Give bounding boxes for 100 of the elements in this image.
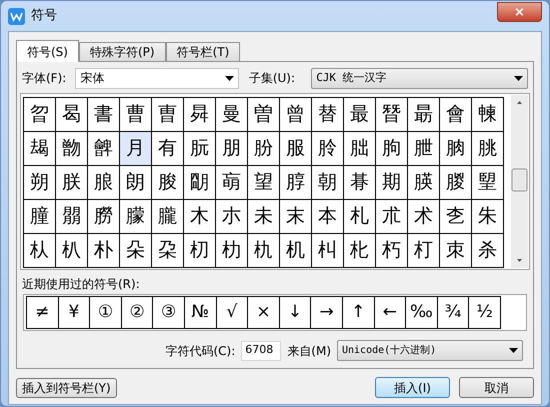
symbol-cell[interactable]: 曶 — [24, 98, 56, 132]
symbol-cell[interactable]: 朇 — [88, 132, 120, 166]
symbol-cell[interactable]: 朐 — [376, 132, 408, 166]
symbol-cell[interactable]: 朮 — [376, 200, 408, 234]
symbol-cell[interactable]: 朶 — [152, 234, 184, 268]
recent-symbol[interactable]: № — [184, 296, 217, 329]
encoding-dropdown[interactable]: Unicode(十六进制) — [337, 340, 523, 361]
symbol-cell[interactable]: 曽 — [248, 98, 280, 132]
recent-symbol[interactable]: ¾ — [438, 296, 470, 329]
scrollbar[interactable] — [511, 95, 528, 268]
symbol-cell[interactable]: 朏 — [344, 132, 376, 166]
symbol-cell[interactable]: 末 — [280, 200, 312, 234]
symbol-cell[interactable]: 朄 — [472, 98, 504, 132]
symbol-cell[interactable]: 朙 — [184, 166, 216, 200]
symbol-cell[interactable]: 朒 — [440, 132, 472, 166]
symbol-cell[interactable]: 曾 — [280, 98, 312, 132]
char-code-field[interactable]: 6708 — [241, 340, 282, 360]
tab[interactable]: 特殊字符(P) — [78, 42, 166, 61]
symbol-cell[interactable]: 朧 — [152, 200, 184, 234]
symbol-cell[interactable]: 朹 — [248, 234, 280, 268]
recent-symbol[interactable]: ① — [90, 296, 122, 329]
symbol-cell[interactable]: 朞 — [344, 166, 376, 200]
symbol-cell[interactable]: 朸 — [216, 234, 248, 268]
symbol-cell[interactable]: 朿 — [440, 234, 472, 268]
symbol-cell[interactable]: 朣 — [24, 200, 56, 234]
symbol-cell[interactable]: 朕 — [56, 166, 88, 200]
symbol-cell[interactable]: 朁 — [376, 98, 408, 132]
symbol-cell[interactable]: 朻 — [312, 234, 344, 268]
symbol-cell[interactable]: 朗 — [120, 166, 152, 200]
symbol-cell[interactable]: 朖 — [88, 166, 120, 200]
symbol-cell[interactable]: 望 — [248, 166, 280, 200]
symbol-cell[interactable]: 朾 — [408, 234, 440, 268]
symbol-cell[interactable]: 有 — [152, 132, 184, 166]
symbol-cell[interactable]: 朑 — [408, 132, 440, 166]
symbol-cell[interactable]: 朎 — [312, 132, 344, 166]
symbol-cell[interactable]: 札 — [344, 200, 376, 234]
symbol-cell[interactable]: 朜 — [280, 166, 312, 200]
symbol-cell[interactable]: 朱 — [472, 200, 504, 234]
symbol-cell[interactable]: 朓 — [472, 132, 504, 166]
recent-symbol[interactable]: ¥ — [58, 296, 90, 329]
font-dropdown[interactable]: 宋体 — [75, 68, 239, 88]
symbol-cell[interactable]: 朳 — [56, 234, 88, 268]
symbol-cell[interactable]: 曷 — [56, 98, 88, 132]
symbol-cell[interactable]: 朴 — [88, 234, 120, 268]
symbol-cell[interactable]: 月 — [120, 132, 152, 166]
symbol-cell[interactable]: 木 — [184, 200, 216, 234]
recent-symbol[interactable]: ← — [374, 296, 406, 329]
symbol-cell[interactable]: 最 — [344, 98, 376, 132]
symbol-cell[interactable]: 朂 — [408, 98, 440, 132]
tab[interactable]: 符号(S) — [16, 40, 79, 62]
symbol-cell[interactable]: 朩 — [216, 200, 248, 234]
recent-symbol[interactable]: → — [311, 296, 343, 329]
symbol-cell[interactable]: 朊 — [184, 132, 216, 166]
symbol-cell[interactable]: 會 — [440, 98, 472, 132]
symbol-cell[interactable]: 朰 — [440, 200, 472, 234]
symbol-cell[interactable]: 朚 — [216, 166, 248, 200]
symbol-cell[interactable]: 未 — [248, 200, 280, 234]
subset-dropdown[interactable]: CJK 统一汉字 — [311, 68, 528, 88]
recent-symbol[interactable]: × — [248, 296, 280, 329]
symbol-cell[interactable]: 曻 — [184, 98, 216, 132]
symbol-cell[interactable]: 曹 — [120, 98, 152, 132]
symbol-cell[interactable]: 朡 — [440, 166, 472, 200]
tab[interactable]: 符号栏(T) — [166, 42, 240, 61]
recent-symbol[interactable]: ‰ — [406, 296, 438, 329]
symbol-cell[interactable]: 本 — [312, 200, 344, 234]
symbol-cell[interactable]: 替 — [312, 98, 344, 132]
recent-symbol[interactable]: ½ — [469, 296, 501, 329]
symbol-cell[interactable]: 朋 — [216, 132, 248, 166]
symbol-cell[interactable]: 杀 — [472, 234, 504, 268]
symbol-cell[interactable]: 朌 — [248, 132, 280, 166]
recent-symbol[interactable]: ③ — [153, 296, 185, 329]
symbol-cell[interactable]: 朼 — [344, 234, 376, 268]
cancel-button[interactable]: 取消 — [459, 377, 534, 398]
symbol-cell[interactable]: 朽 — [376, 234, 408, 268]
recent-symbol[interactable]: ≠ — [27, 296, 59, 329]
symbol-cell[interactable]: 朵 — [120, 234, 152, 268]
insert-button[interactable]: 插入(I) — [375, 377, 450, 398]
symbol-cell[interactable]: 朆 — [56, 132, 88, 166]
recent-symbol[interactable]: ↓ — [280, 296, 312, 329]
symbol-cell[interactable]: 朘 — [152, 166, 184, 200]
symbol-cell[interactable]: 朦 — [120, 200, 152, 234]
symbol-cell[interactable]: 書 — [88, 98, 120, 132]
symbol-cell[interactable]: 曺 — [152, 98, 184, 132]
symbol-cell[interactable]: 朝 — [312, 166, 344, 200]
symbol-cell[interactable]: 朔 — [24, 166, 56, 200]
symbol-cell[interactable]: 朷 — [184, 234, 216, 268]
symbol-cell[interactable]: 服 — [280, 132, 312, 166]
symbol-cell[interactable]: 朠 — [408, 166, 440, 200]
symbol-cell[interactable]: 曼 — [216, 98, 248, 132]
symbol-cell[interactable]: 朢 — [472, 166, 504, 200]
symbol-cell[interactable]: 朅 — [24, 132, 56, 166]
recent-symbol[interactable]: √ — [216, 296, 248, 329]
symbol-cell[interactable]: 机 — [280, 234, 312, 268]
symbol-cell[interactable]: 期 — [376, 166, 408, 200]
recent-symbol[interactable]: ↑ — [342, 296, 375, 329]
symbol-cell[interactable]: 术 — [408, 200, 440, 234]
insert-to-symbol-bar-button[interactable]: 插入到符号栏(Y) — [16, 378, 117, 398]
symbol-cell[interactable]: 朤 — [56, 200, 88, 234]
recent-symbol[interactable]: ② — [122, 296, 154, 329]
symbol-cell[interactable]: 朲 — [24, 234, 56, 268]
